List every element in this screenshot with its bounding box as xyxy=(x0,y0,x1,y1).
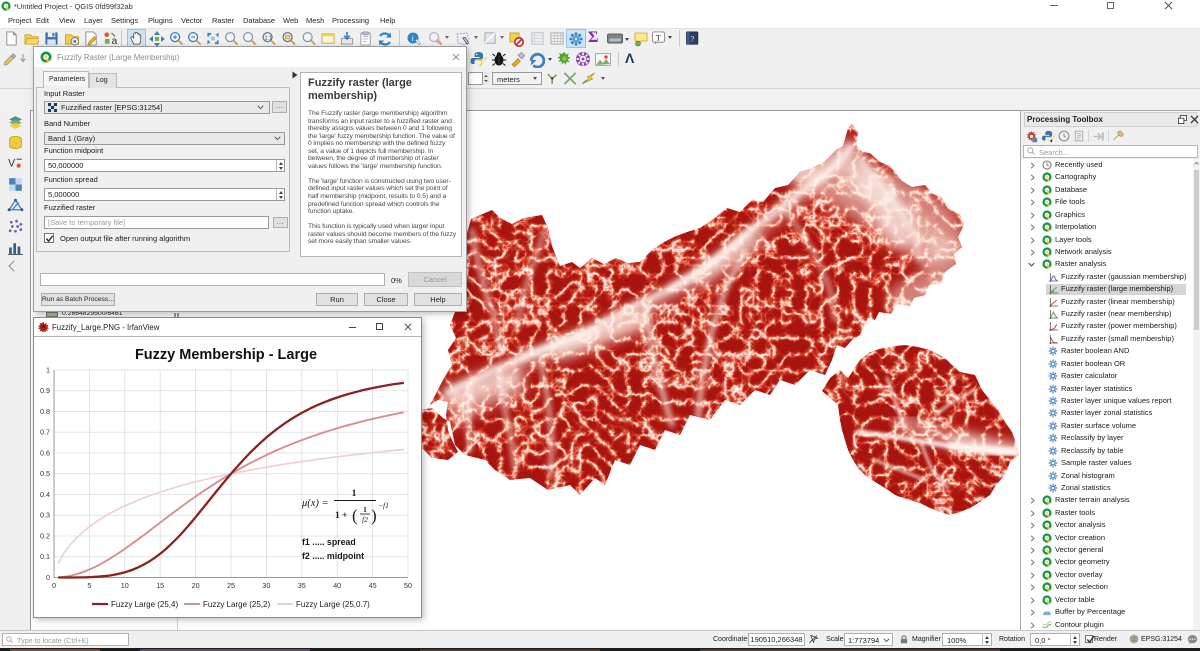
svg-text:25: 25 xyxy=(227,581,235,590)
svg-text:0.8: 0.8 xyxy=(40,407,50,416)
svg-text:μ(x) =: μ(x) = xyxy=(301,498,329,509)
svg-text:30: 30 xyxy=(262,581,270,590)
svg-text:1: 1 xyxy=(352,489,357,499)
svg-text:40: 40 xyxy=(333,581,341,590)
svg-text:45: 45 xyxy=(369,581,377,590)
svg-text:−f1: −f1 xyxy=(378,501,389,510)
svg-text:35: 35 xyxy=(298,581,306,590)
svg-text:Fuzzy Large (25,2): Fuzzy Large (25,2) xyxy=(203,600,270,609)
svg-text:5: 5 xyxy=(87,581,91,590)
svg-text:f2: f2 xyxy=(362,515,368,524)
svg-text:20: 20 xyxy=(192,581,200,590)
svg-text:Fuzzy Membership - Large: Fuzzy Membership - Large xyxy=(135,347,317,363)
svg-text:(: ( xyxy=(352,506,358,525)
svg-text:): ) xyxy=(371,506,377,525)
svg-text:0.5: 0.5 xyxy=(40,469,50,478)
svg-text:0: 0 xyxy=(46,573,50,582)
svg-text:0.9: 0.9 xyxy=(40,386,50,395)
svg-text:f1 ..... spread: f1 ..... spread xyxy=(302,537,356,547)
svg-text:0.4: 0.4 xyxy=(40,490,50,499)
svg-text:0.7: 0.7 xyxy=(40,428,50,437)
svg-text:10: 10 xyxy=(121,581,129,590)
svg-text:50: 50 xyxy=(404,581,412,590)
svg-text:f2 ..... midpoint: f2 ..... midpoint xyxy=(302,551,364,561)
svg-text:Fuzzy Large (25,4): Fuzzy Large (25,4) xyxy=(111,600,178,609)
svg-text:1 +: 1 + xyxy=(335,511,348,521)
svg-text:1: 1 xyxy=(46,365,50,374)
svg-text:Fuzzy Large (25,0.7): Fuzzy Large (25,0.7) xyxy=(296,600,370,609)
svg-text:0: 0 xyxy=(52,581,56,590)
svg-text:0.2: 0.2 xyxy=(40,531,50,540)
svg-text:0.3: 0.3 xyxy=(40,511,50,520)
svg-text:1: 1 xyxy=(363,505,367,514)
svg-text:0.1: 0.1 xyxy=(40,552,50,561)
svg-text:0.6: 0.6 xyxy=(40,448,50,457)
svg-text:15: 15 xyxy=(156,581,164,590)
